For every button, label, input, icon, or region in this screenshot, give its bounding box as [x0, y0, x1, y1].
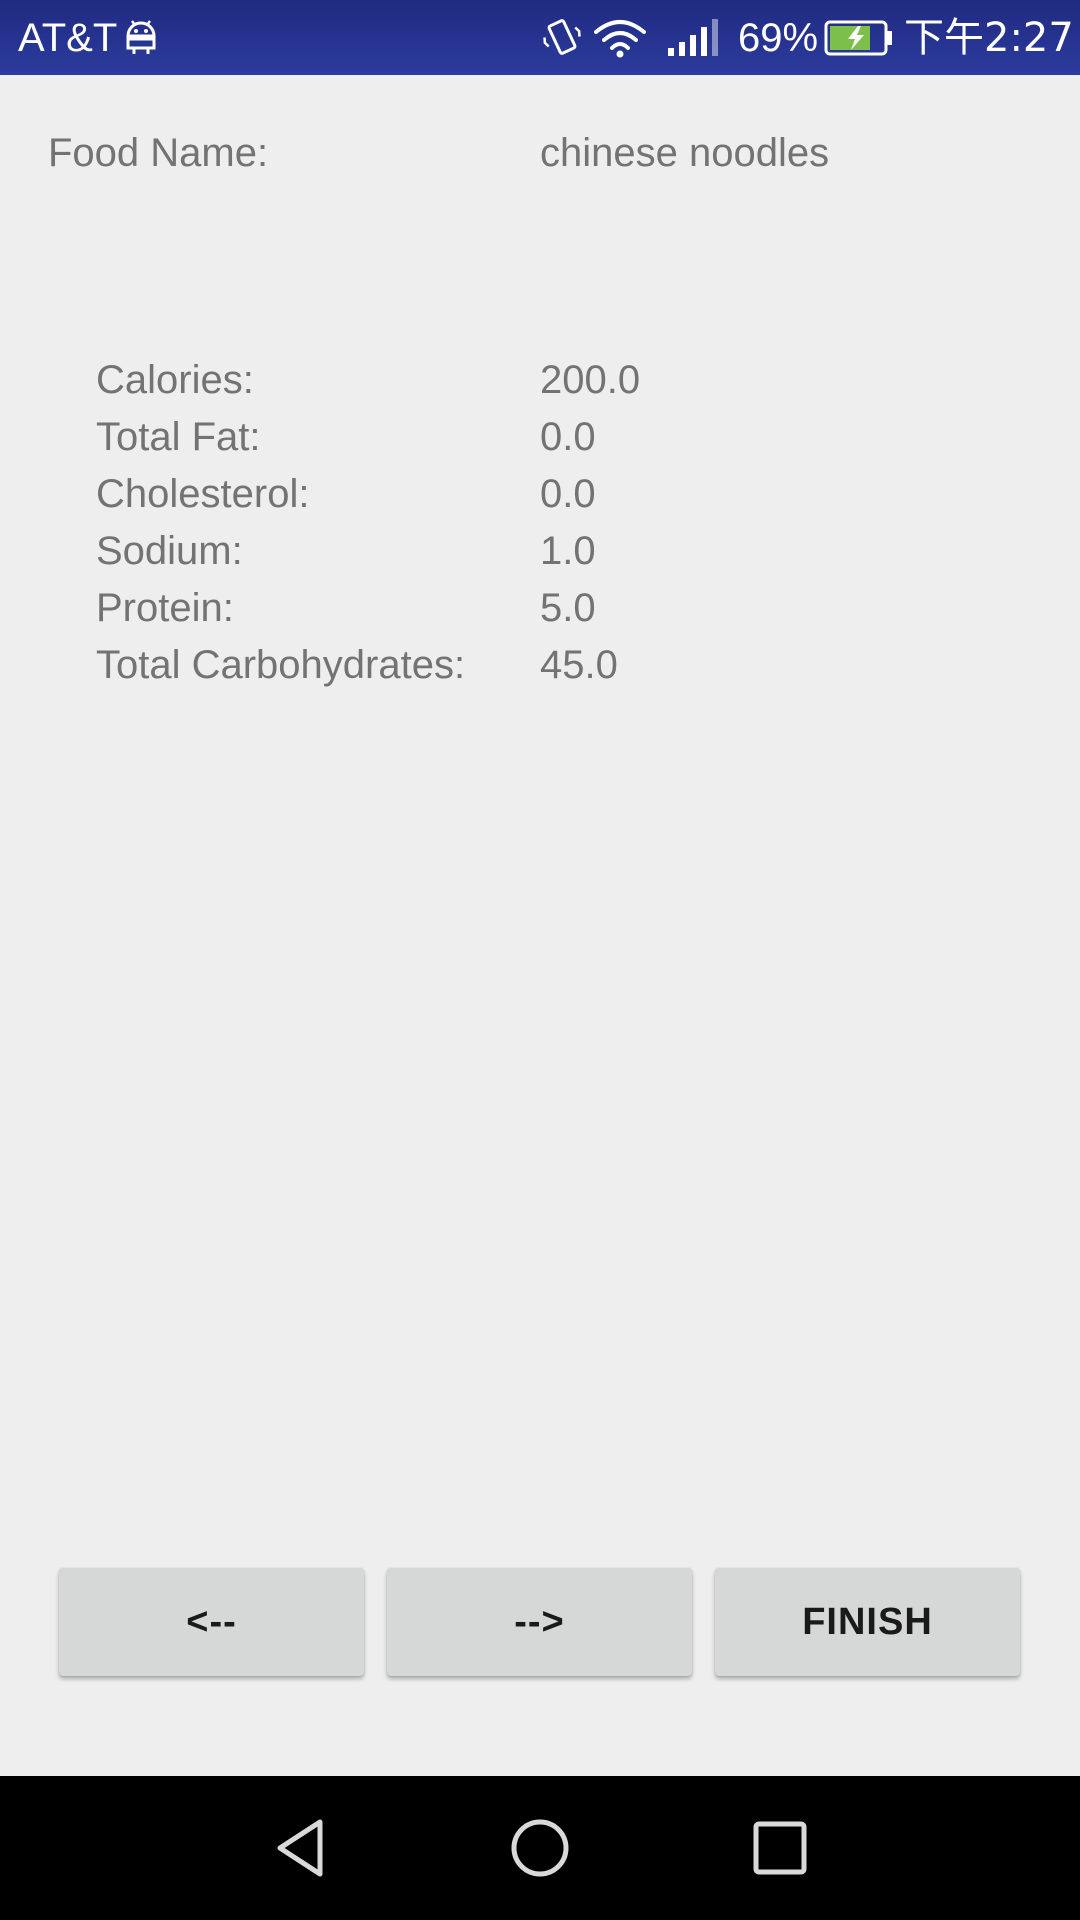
signal-icon — [668, 19, 718, 56]
android-icon — [126, 20, 156, 54]
nutrient-row-total-fat: Total Fat: 0.0 — [0, 409, 1080, 466]
clock: 下午2:27 — [904, 15, 1074, 61]
carrier-name: AT&T — [18, 16, 118, 60]
food-name-label: Food Name: — [48, 131, 269, 175]
nutrient-row-cholesterol: Cholesterol: 0.0 — [0, 466, 1080, 523]
battery-charging-icon — [824, 20, 892, 56]
vibrate-icon — [543, 19, 581, 55]
status-bar: AT&T 69% 下午2:27 — [0, 0, 1080, 75]
nutrient-value: 200.0 — [540, 358, 641, 402]
nutrient-value: 5.0 — [540, 586, 596, 630]
battery-percentage: 69% — [738, 16, 819, 60]
wifi-icon — [594, 20, 646, 58]
nutrient-row-sodium: Sodium: 1.0 — [0, 523, 1080, 580]
back-icon[interactable] — [270, 1816, 334, 1880]
recents-icon[interactable] — [752, 1820, 808, 1876]
nutrient-label: Protein: — [96, 586, 234, 630]
nutrient-value: 1.0 — [540, 529, 596, 573]
nutrient-value: 45.0 — [540, 643, 618, 687]
home-icon[interactable] — [510, 1816, 570, 1880]
food-name-value: chinese noodles — [540, 131, 830, 175]
nutrient-value: 0.0 — [540, 472, 596, 516]
nutrient-label: Calories: — [96, 358, 254, 402]
finish-button[interactable]: FINISH — [715, 1568, 1020, 1676]
nutrient-row-calories: Calories: 200.0 — [0, 352, 1080, 409]
previous-button[interactable]: <-- — [59, 1568, 364, 1676]
nutrient-label: Total Fat: — [96, 415, 261, 459]
nutrient-label: Cholesterol: — [96, 472, 310, 516]
nutrient-label: Sodium: — [96, 529, 243, 573]
nutrient-row-total-carbohydrates: Total Carbohydrates: 45.0 — [0, 637, 1080, 694]
nutrient-label: Total Carbohydrates: — [96, 643, 466, 687]
next-button[interactable]: --> — [387, 1568, 692, 1676]
navigation-bar — [0, 1776, 1080, 1920]
nutrient-row-protein: Protein: 5.0 — [0, 580, 1080, 637]
nutrient-value: 0.0 — [540, 415, 596, 459]
